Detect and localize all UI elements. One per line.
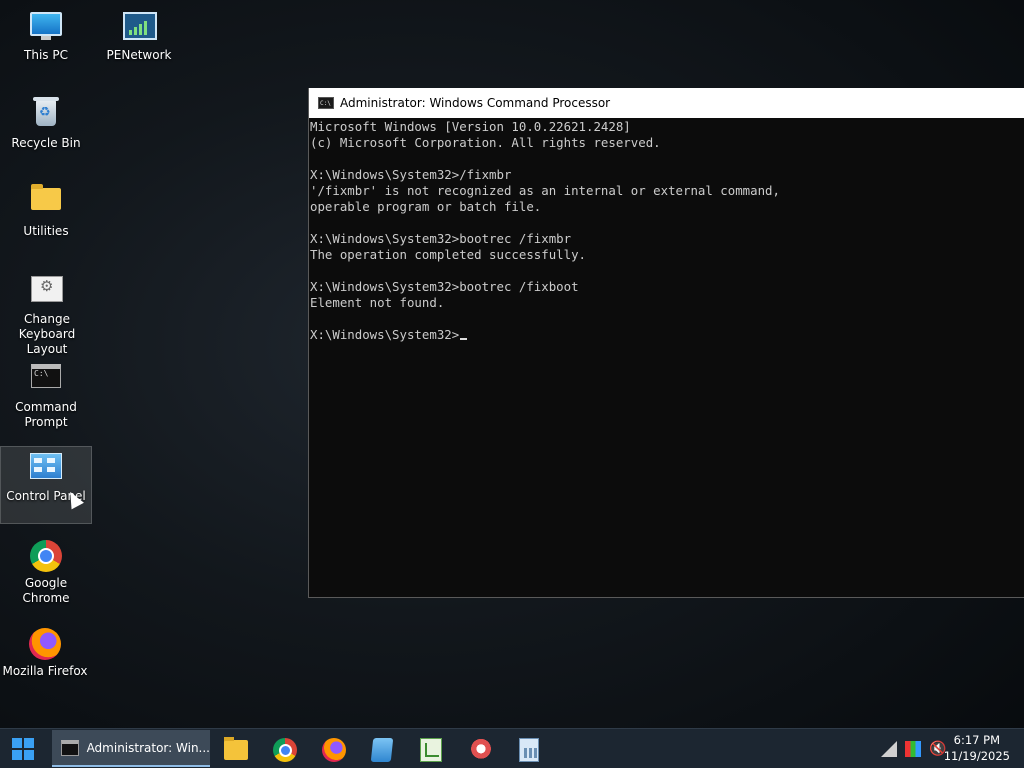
desktop-icon-google-chrome[interactable]: Google Chrome: [1, 534, 91, 612]
desktop-icon-label: Utilities: [23, 224, 69, 238]
console-prompt-line[interactable]: X:\Windows\System32>: [310, 327, 1024, 343]
command-prompt-icon: C:\: [30, 364, 62, 396]
start-button[interactable]: [12, 738, 34, 760]
console-line: X:\Windows\System32>bootrec /fixboot: [310, 279, 579, 294]
desktop-icon-control-panel[interactable]: Control Panel: [0, 446, 92, 524]
console-line: '/fixmbr' is not recognized as an intern…: [310, 183, 780, 198]
text-cursor: [460, 338, 468, 340]
folder-icon: [30, 184, 62, 220]
desktop-icon-this-pc[interactable]: This PC: [1, 6, 91, 84]
desktop: This PC PENetwork Recycle Bin Utilities …: [0, 0, 1024, 728]
taskbar: Administrator: Win... 🔇 6:17 PM 11/19/20…: [0, 728, 1024, 768]
windows-logo-icon: [12, 738, 22, 748]
network-icon: [123, 12, 157, 44]
tool-icon[interactable]: [469, 738, 493, 762]
console-line: (c) Microsoft Corporation. All rights re…: [310, 135, 661, 150]
desktop-icon-label: PENetwork: [106, 48, 172, 62]
command-prompt-window[interactable]: C:\ Administrator: Windows Command Proce…: [308, 88, 1024, 598]
console-line: X:\Windows\System32>/fixmbr: [310, 167, 512, 182]
console-output[interactable]: Microsoft Windows [Version 10.0.22621.24…: [309, 118, 1024, 343]
windows-logo-icon: [24, 738, 34, 748]
window-title: Administrator: Windows Command Processor: [340, 96, 611, 110]
desktop-icon-label: Mozilla Firefox: [2, 664, 88, 678]
desktop-icon-penetwork[interactable]: PENetwork: [94, 6, 184, 84]
desktop-icon-label: Command Prompt: [15, 400, 77, 429]
system-clock[interactable]: 6:17 PM 11/19/2025: [944, 732, 1010, 764]
computer-icon: [30, 12, 62, 44]
console-line: operable program or batch file.: [310, 199, 542, 214]
chrome-icon: [30, 540, 62, 572]
clock-time: 6:17 PM: [953, 733, 1001, 747]
volume-muted-icon[interactable]: 🔇: [929, 741, 946, 757]
clock-date: 11/19/2025: [943, 749, 1010, 763]
taskbar-task-label: Administrator: Win...: [86, 740, 210, 755]
network-disconnected-icon[interactable]: [881, 741, 897, 757]
console-prompt: X:\Windows\System32>: [310, 327, 460, 342]
desktop-icon-label: This PC: [24, 48, 68, 62]
keyboard-settings-icon: [31, 276, 63, 308]
spreadsheet-icon[interactable]: [420, 738, 442, 762]
notepad-icon[interactable]: [370, 738, 394, 762]
console-line: Element not found.: [310, 295, 445, 310]
firefox-icon[interactable]: [322, 738, 346, 762]
desktop-icon-utilities[interactable]: Utilities: [1, 182, 91, 260]
desktop-icon-label: Google Chrome: [22, 576, 70, 605]
windows-logo-icon: [24, 750, 34, 760]
desktop-icon-mozilla-firefox[interactable]: Mozilla Firefox: [0, 622, 90, 700]
console-line: The operation completed successfully.: [310, 247, 587, 262]
desktop-icon-recycle-bin[interactable]: Recycle Bin: [1, 94, 91, 172]
control-panel-icon: [30, 453, 62, 485]
firefox-icon: [29, 628, 61, 660]
chrome-icon[interactable]: [273, 738, 297, 762]
taskbar-task-command-prompt[interactable]: Administrator: Win...: [52, 730, 210, 767]
desktop-icon-label: Recycle Bin: [11, 136, 81, 150]
window-titlebar[interactable]: C:\ Administrator: Windows Command Proce…: [309, 88, 1024, 118]
file-explorer-icon[interactable]: [224, 737, 248, 760]
console-line: Microsoft Windows [Version 10.0.22621.24…: [310, 119, 631, 134]
desktop-icon-change-keyboard-layout[interactable]: Change Keyboard Layout: [1, 270, 93, 356]
command-prompt-icon: C:\: [318, 97, 334, 109]
command-prompt-icon: [61, 739, 79, 756]
desktop-icon-command-prompt[interactable]: C:\ Command Prompt: [1, 358, 91, 436]
calculator-icon[interactable]: [519, 738, 539, 762]
windows-logo-icon: [12, 750, 22, 760]
console-line: X:\Windows\System32>bootrec /fixmbr: [310, 231, 572, 246]
display-settings-icon[interactable]: [905, 741, 921, 757]
desktop-icon-label: Change Keyboard Layout: [18, 312, 76, 356]
recycle-bin-icon: [30, 97, 62, 132]
